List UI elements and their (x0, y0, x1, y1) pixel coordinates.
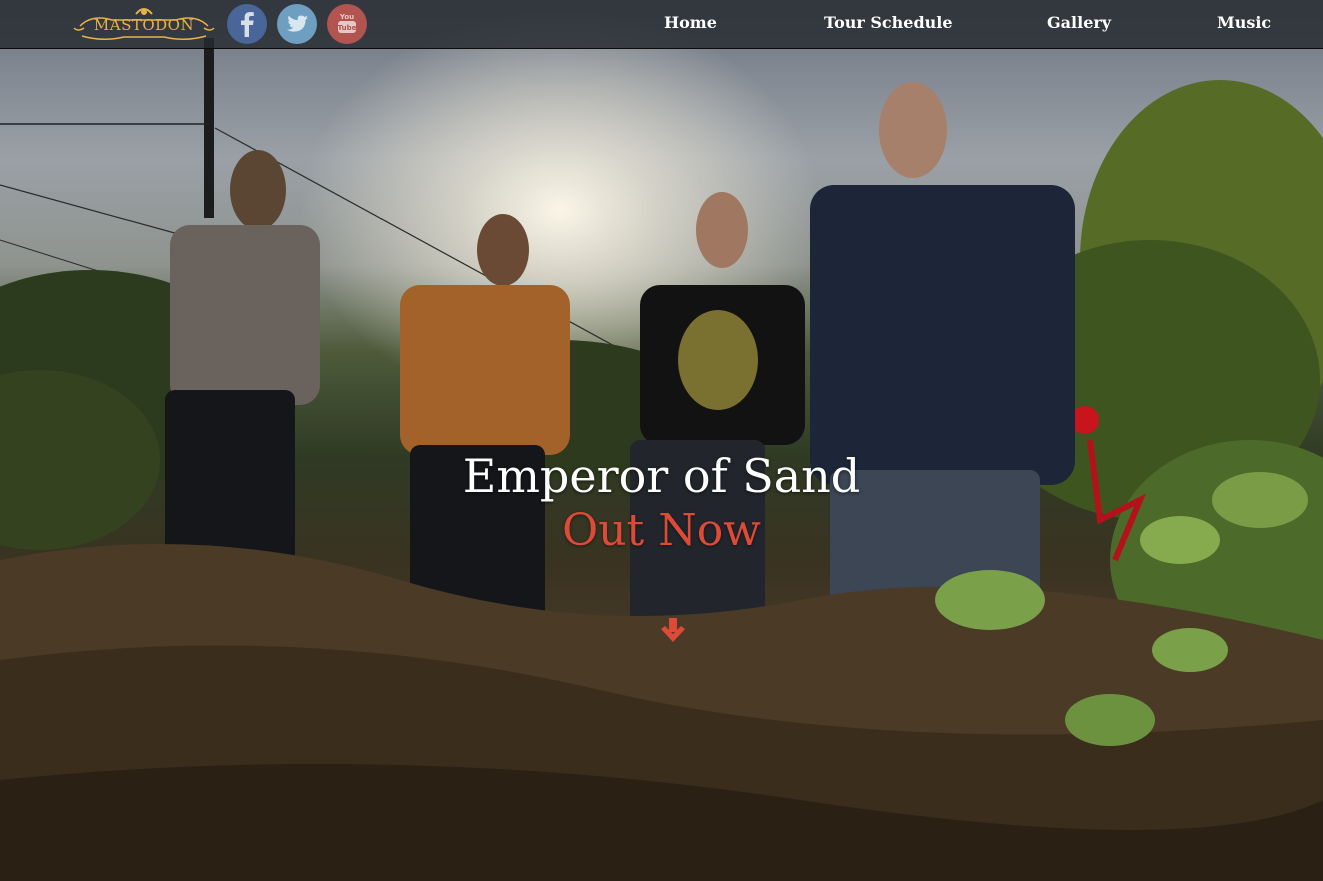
svg-text:Tube: Tube (338, 24, 357, 32)
page: MASTODON You Tube Home Tour Schedule Gal… (0, 0, 1323, 881)
svg-text:You: You (339, 13, 354, 21)
twitter-link[interactable] (277, 4, 317, 44)
twitter-icon (287, 15, 308, 32)
youtube-link[interactable]: You Tube (327, 4, 367, 44)
youtube-icon: You Tube (338, 13, 357, 33)
nav-gallery[interactable]: Gallery (1047, 13, 1111, 32)
nav-tour-schedule[interactable]: Tour Schedule (824, 13, 953, 32)
nav-music[interactable]: Music (1217, 13, 1271, 32)
facebook-icon (241, 12, 254, 37)
band-photo (0, 38, 1323, 881)
album-title: Emperor of Sand (462, 449, 861, 503)
hero-background-photo (0, 0, 1323, 881)
nav-home[interactable]: Home (664, 13, 717, 32)
arrow-down-icon (661, 618, 685, 642)
album-status: Out Now (562, 505, 761, 556)
logo-text: MASTODON (93, 16, 195, 34)
scroll-down-button[interactable] (658, 617, 688, 645)
facebook-link[interactable] (227, 4, 267, 44)
mastodon-logo[interactable]: MASTODON (72, 4, 216, 44)
top-navbar: MASTODON You Tube Home Tour Schedule Gal… (0, 0, 1323, 49)
